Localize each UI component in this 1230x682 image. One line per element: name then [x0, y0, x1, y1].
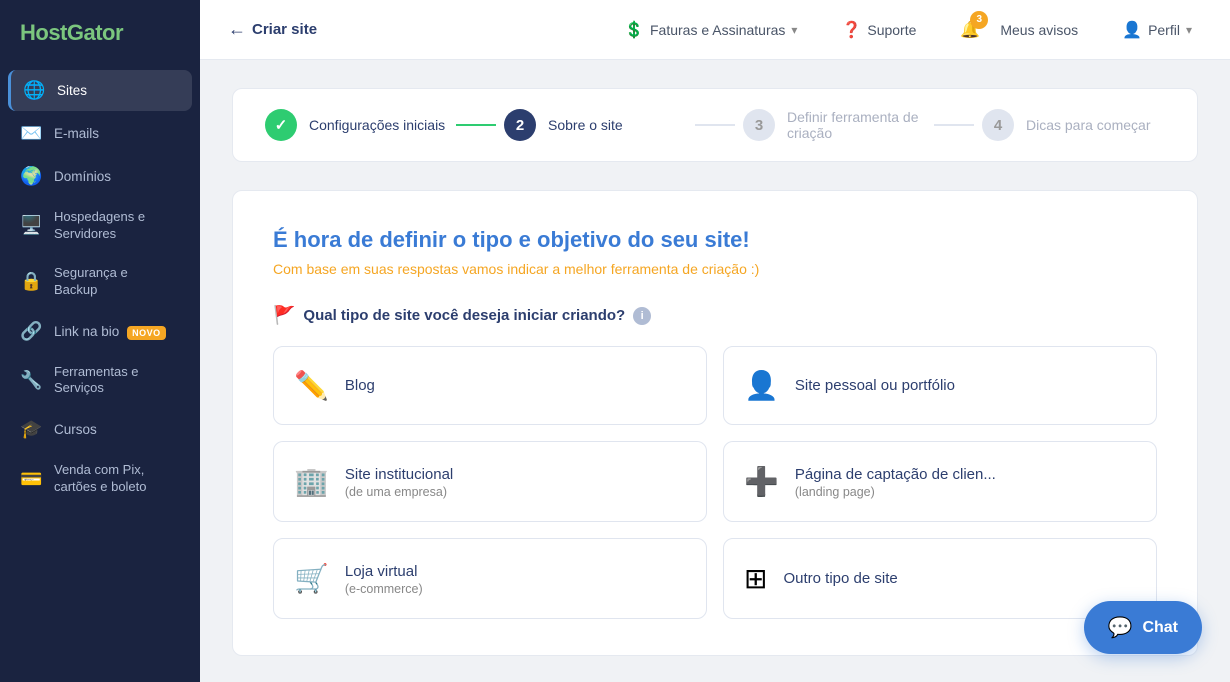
cursos-icon: 🎓 — [20, 419, 42, 440]
perfil-menu[interactable]: 👤 Perfil ▾ — [1112, 14, 1202, 46]
option-blog[interactable]: ✏️ Blog — [273, 346, 707, 425]
loja-icon: 🛒 — [294, 562, 329, 595]
faturas-icon: 💲 — [624, 20, 644, 40]
steps-bar: ✓ Configurações iniciais 2 Sobre o site … — [232, 88, 1198, 162]
content-area: ✓ Configurações iniciais 2 Sobre o site … — [200, 60, 1230, 682]
outro-label: Outro tipo de site — [783, 568, 897, 589]
link-bio-icon: 🔗 — [20, 321, 42, 342]
step-3-circle: 3 — [743, 109, 775, 141]
landing-label: Página de captação de clien... — [795, 464, 996, 485]
sidebar-item-ferramentas[interactable]: 🔧 Ferramentas e Serviços — [8, 354, 192, 408]
ferramentas-icon: 🔧 — [20, 370, 42, 391]
step-divider-2 — [695, 124, 735, 126]
chat-icon: 💬 — [1108, 615, 1133, 640]
brand-name: HostGator — [20, 20, 123, 45]
step-1: ✓ Configurações iniciais — [265, 109, 448, 141]
institucional-icon: 🏢 — [294, 465, 329, 498]
avisos-label: Meus avisos — [1000, 22, 1078, 38]
option-landing[interactable]: ➕ Página de captação de clien... (landin… — [723, 441, 1157, 522]
brand-logo[interactable]: HostGator — [0, 0, 200, 70]
faturas-chevron-icon: ▾ — [791, 23, 797, 37]
sidebar-item-sites[interactable]: 🌐 Sites — [8, 70, 192, 111]
seguranca-icon: 🔒 — [20, 271, 42, 292]
novo-badge: NOVO — [127, 326, 166, 340]
pessoal-label: Site pessoal ou portfólio — [795, 375, 955, 396]
topnav: ← Criar site 💲 Faturas e Assinaturas ▾ ❓… — [200, 0, 1230, 60]
option-pessoal[interactable]: 👤 Site pessoal ou portfólio — [723, 346, 1157, 425]
faturas-menu[interactable]: 💲 Faturas e Assinaturas ▾ — [614, 14, 807, 46]
sidebar-item-link-bio[interactable]: 🔗 Link na bio NOVO — [8, 311, 192, 352]
back-arrow-icon: ← — [228, 19, 246, 40]
step-4: 4 Dicas para começar — [982, 109, 1165, 141]
chat-label: Chat — [1142, 619, 1178, 637]
landing-sub: (landing page) — [795, 485, 996, 499]
blog-icon: ✏️ — [294, 369, 329, 402]
blog-label: Blog — [345, 375, 375, 396]
step-2-label: Sobre o site — [548, 117, 623, 133]
pessoal-icon: 👤 — [744, 369, 779, 402]
venda-icon: 💳 — [20, 469, 42, 490]
sidebar-item-cursos[interactable]: 🎓 Cursos — [8, 409, 192, 450]
step-divider-1 — [456, 124, 496, 126]
options-grid: ✏️ Blog 👤 Site pessoal ou portfólio 🏢 Si… — [273, 346, 1157, 619]
step-2-circle: 2 — [504, 109, 536, 141]
dominios-icon: 🌍 — [20, 166, 42, 187]
perfil-label: Perfil — [1148, 22, 1180, 38]
hospedagens-icon: 🖥️ — [20, 215, 42, 236]
sidebar-item-emails[interactable]: ✉️ E-mails — [8, 113, 192, 154]
institucional-label: Site institucional — [345, 464, 453, 485]
suporte-icon: ❓ — [841, 20, 861, 40]
institucional-sub: (de uma empresa) — [345, 485, 453, 499]
page-title: Criar site — [252, 21, 317, 38]
landing-icon: ➕ — [744, 465, 779, 498]
step-1-label: Configurações iniciais — [309, 117, 445, 133]
flag-icon: 🚩 — [273, 305, 295, 326]
notif-wrap: 🔔 3 — [960, 20, 994, 40]
step-4-circle: 4 — [982, 109, 1014, 141]
outro-icon: ⊞ — [744, 562, 767, 595]
perfil-chevron-icon: ▾ — [1186, 23, 1192, 37]
main-area: ← Criar site 💲 Faturas e Assinaturas ▾ ❓… — [200, 0, 1230, 682]
step-divider-3 — [934, 124, 974, 126]
option-loja[interactable]: 🛒 Loja virtual (e-commerce) — [273, 538, 707, 619]
avisos-menu[interactable]: 🔔 3 Meus avisos — [950, 14, 1088, 46]
step-4-label: Dicas para começar — [1026, 117, 1151, 133]
section-label: 🚩 Qual tipo de site você deseja iniciar … — [273, 305, 1157, 326]
sites-icon: 🌐 — [23, 80, 45, 101]
suporte-menu[interactable]: ❓ Suporte — [831, 14, 926, 46]
notif-badge: 3 — [970, 11, 988, 29]
emails-icon: ✉️ — [20, 123, 42, 144]
step-3-label: Definir ferramenta de criação — [787, 109, 926, 141]
step-2: 2 Sobre o site — [504, 109, 687, 141]
sidebar: HostGator 🌐 Sites ✉️ E-mails 🌍 Domínios … — [0, 0, 200, 682]
option-institucional[interactable]: 🏢 Site institucional (de uma empresa) — [273, 441, 707, 522]
sidebar-item-dominios[interactable]: 🌍 Domínios — [8, 156, 192, 197]
loja-sub: (e-commerce) — [345, 582, 423, 596]
faturas-label: Faturas e Assinaturas — [650, 22, 785, 38]
info-icon[interactable]: i — [633, 307, 651, 325]
sidebar-item-venda-pix[interactable]: 💳 Venda com Pix, cartões e boleto — [8, 452, 192, 506]
step-1-circle: ✓ — [265, 109, 297, 141]
chat-button[interactable]: 💬 Chat — [1084, 601, 1202, 654]
sidebar-item-seguranca[interactable]: 🔒 Segurança e Backup — [8, 255, 192, 309]
sidebar-item-hospedagens[interactable]: 🖥️ Hospedagens e Servidores — [8, 199, 192, 253]
sidebar-nav: 🌐 Sites ✉️ E-mails 🌍 Domínios 🖥️ Hospeda… — [0, 70, 200, 506]
step-3: 3 Definir ferramenta de criação — [743, 109, 926, 141]
loja-label: Loja virtual — [345, 561, 423, 582]
page-subtitle: Com base em suas respostas vamos indicar… — [273, 261, 1157, 277]
page-heading: É hora de definir o tipo e objetivo do s… — [273, 227, 1157, 253]
suporte-label: Suporte — [867, 22, 916, 38]
main-card: É hora de definir o tipo e objetivo do s… — [232, 190, 1198, 656]
perfil-icon: 👤 — [1122, 20, 1142, 40]
back-button[interactable]: ← Criar site — [228, 19, 317, 40]
